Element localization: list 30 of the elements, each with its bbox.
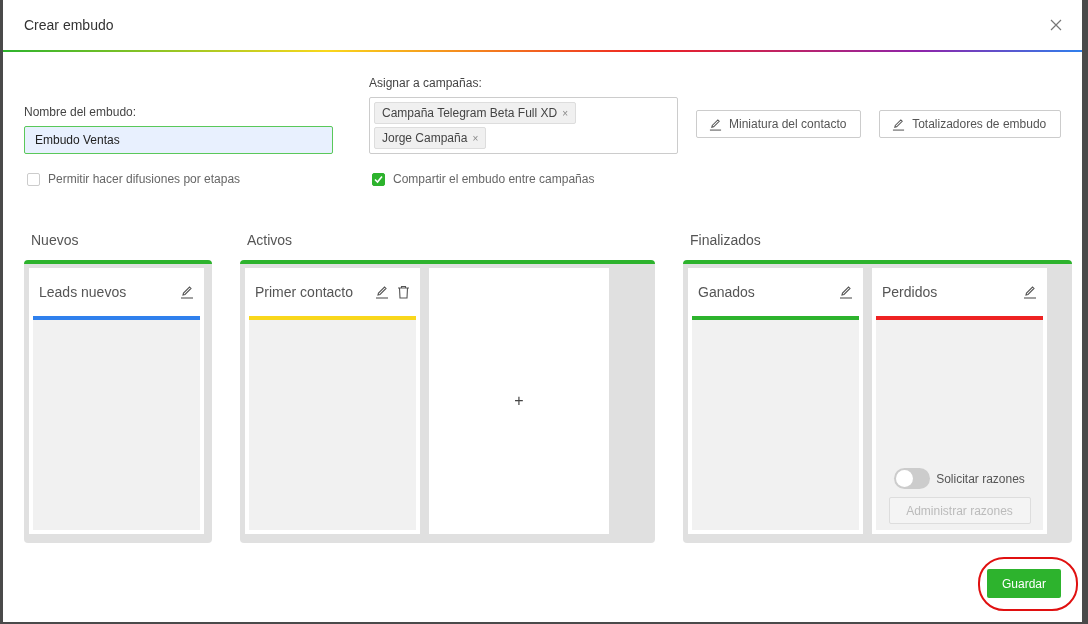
dialog-title: Crear embudo [24,17,114,33]
close-button[interactable] [1048,17,1064,33]
edit-icon[interactable] [180,285,194,299]
add-stage-button[interactable]: + [429,268,609,534]
stage-name: Ganados [698,284,755,300]
group-title: Finalizados [690,232,762,248]
edit-icon[interactable] [839,285,853,299]
group-title: Activos [247,232,294,248]
field-label: Nombre del embudo: [24,105,138,119]
delete-icon[interactable] [397,285,410,299]
edit-button[interactable]: Totalizadores de embudo [879,110,1061,138]
stage-name: Perdidos [882,284,938,300]
checkbox[interactable] [27,172,40,186]
tag-label: Campaña Telegram Beta Full XD [382,106,558,120]
checkbox[interactable] [372,172,385,186]
stage-name: Primer contacto [255,284,354,300]
edit-button[interactable]: Miniatura del contacto [696,110,862,138]
edit-icon[interactable] [709,117,722,131]
edit-icon[interactable] [892,117,906,131]
name-input[interactable]: Embudo Ventas [24,126,333,154]
field-label: Asignar a campañas: [369,76,483,90]
checkbox-label: Compartir el embudo entre campañas [393,172,595,186]
toggle-switch[interactable] [894,468,931,489]
edit-icon[interactable] [1023,285,1037,299]
stage-name: Leads nuevos [39,284,127,300]
checkbox-label: Permitir hacer difusiones por etapas [48,172,241,186]
edit-icon[interactable] [375,285,389,299]
toggle-label: Solicitar razones [936,471,1025,486]
group-title: Nuevos [31,232,80,248]
tag-label: Jorge Campaña [382,131,468,145]
